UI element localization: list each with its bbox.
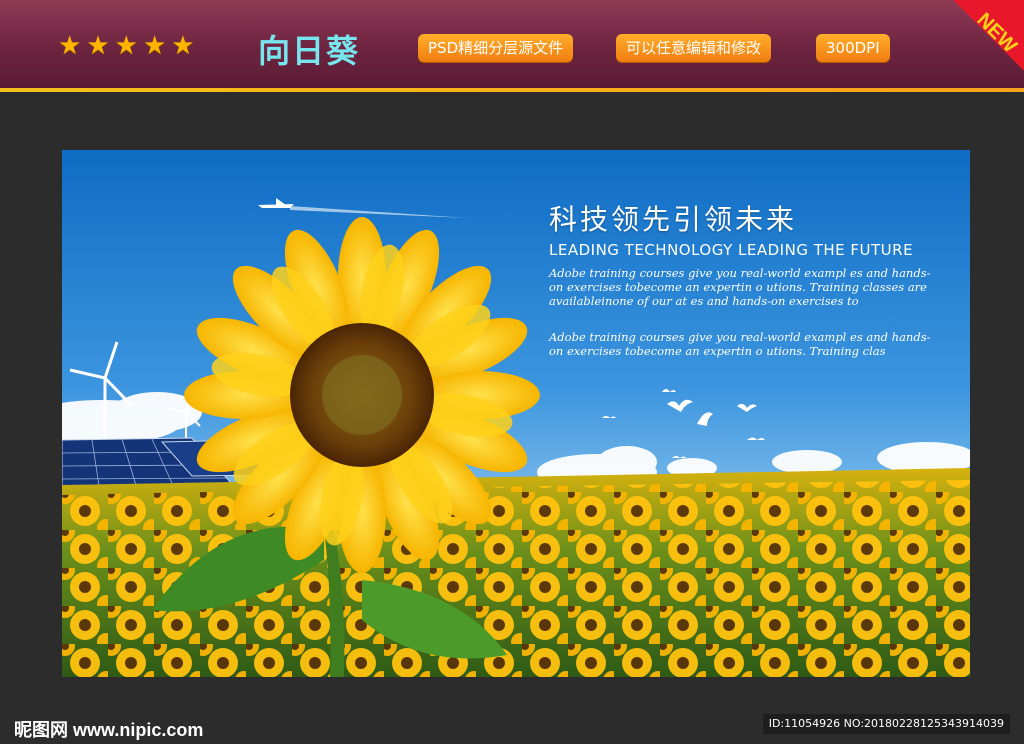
new-badge: NEW xyxy=(934,0,1024,90)
star-icon: ★ xyxy=(86,31,110,61)
image-id-label: ID:11054926 NO:20180228125343914039 xyxy=(762,714,1010,734)
poster-paragraph: Adobe training courses give you real-wor… xyxy=(549,330,931,358)
poster-image: 科技领先引领未来 LEADING TECHNOLOGY LEADING THE … xyxy=(62,150,970,677)
star-icon: ★ xyxy=(171,31,195,61)
airplane-icon xyxy=(258,198,294,208)
sunflower xyxy=(184,217,540,573)
poster-subheading: LEADING TECHNOLOGY LEADING THE FUTURE xyxy=(549,241,914,259)
star-icon: ★ xyxy=(58,31,82,61)
poster-paragraph: Adobe training courses give you real-wor… xyxy=(549,266,931,308)
site-logo-url: www.nipic.com xyxy=(73,720,204,740)
tag-dpi: 300DPI xyxy=(816,34,890,62)
star-icon: ★ xyxy=(114,31,138,61)
tag-psd-layered: PSD精细分层源文件 xyxy=(418,34,574,62)
header-divider xyxy=(0,88,1024,92)
poster-heading: 科技领先引领未来 xyxy=(549,203,798,236)
site-logo-name: 昵图网 xyxy=(14,720,68,741)
site-logo: 昵图网 www.nipic.com xyxy=(14,716,203,742)
star-icon: ★ xyxy=(142,31,167,61)
page-title: 向日葵 xyxy=(258,32,361,70)
rating-stars: ★ ★ ★ ★ ★ xyxy=(58,33,195,59)
contrail xyxy=(290,206,467,218)
tag-editable: 可以任意编辑和修改 xyxy=(616,34,772,62)
poster-scene xyxy=(62,198,970,677)
